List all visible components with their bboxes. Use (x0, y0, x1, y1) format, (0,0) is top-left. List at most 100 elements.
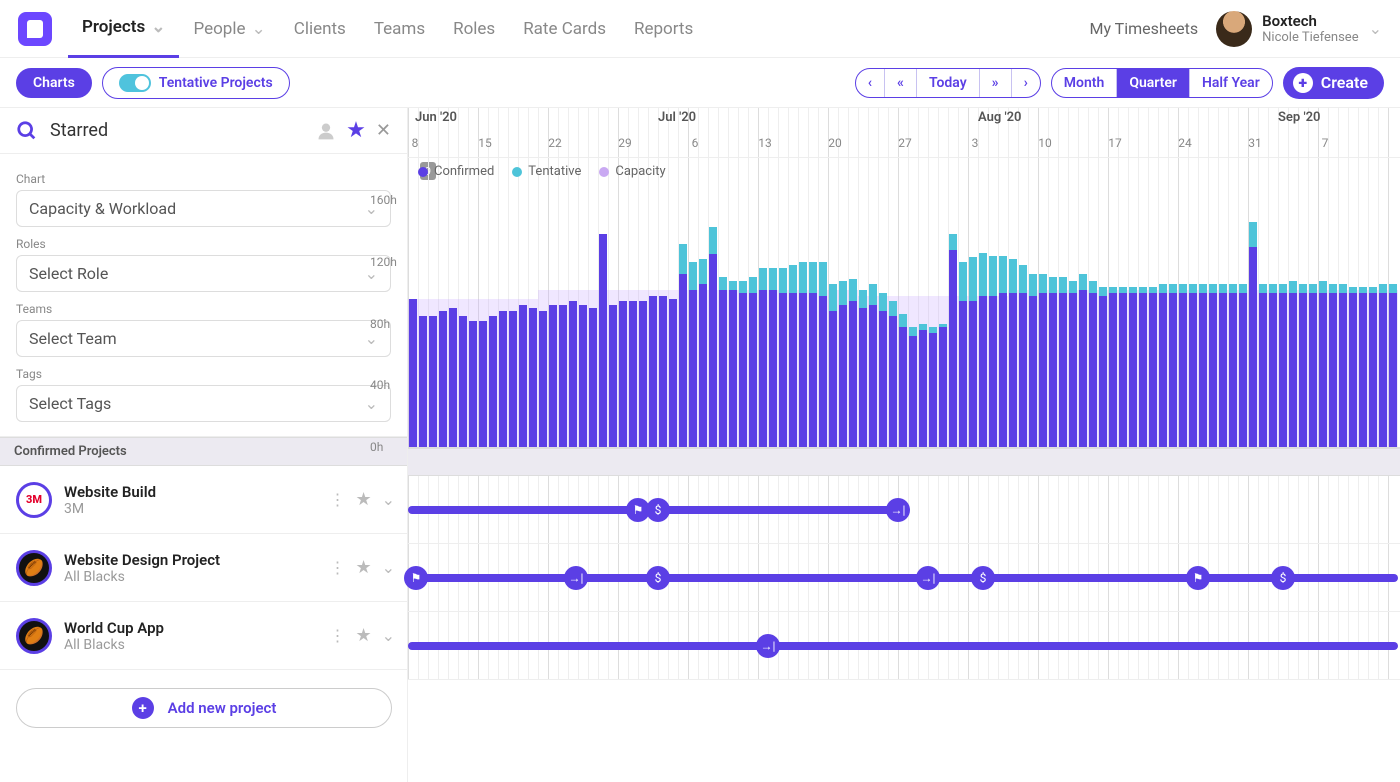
create-button[interactable]: + Create (1283, 67, 1384, 99)
tentative-bar (1339, 284, 1347, 293)
add-project-button[interactable]: + Add new project (16, 688, 392, 728)
tentative-bar (899, 314, 907, 326)
chevron-down-icon[interactable]: ⌄ (382, 558, 395, 577)
tentative-projects-toggle[interactable]: Tentative Projects (102, 67, 290, 99)
milestone-dollar-icon[interactable]: $ (971, 566, 995, 590)
star-icon[interactable]: ★ (355, 625, 371, 646)
tentative-bar (819, 262, 827, 296)
project-logo: 🏉 (16, 550, 52, 586)
roles-filter-select[interactable]: Select Role⌄ (16, 255, 391, 292)
milestone-end-icon[interactable]: →| (916, 566, 940, 590)
project-lane[interactable]: →| (408, 612, 1400, 680)
next-button[interactable]: › (1011, 69, 1040, 97)
tentative-bar (909, 327, 917, 336)
range-half-year[interactable]: Half Year (1189, 69, 1272, 97)
confirmed-bar (449, 308, 457, 447)
more-icon[interactable]: ⋮ (329, 558, 345, 577)
chart-legend: ConfirmedTentativeCapacity (418, 164, 666, 179)
confirmed-bar (509, 311, 517, 447)
charts-toggle-button[interactable]: Charts (16, 68, 92, 98)
today-button[interactable]: Today (916, 69, 979, 97)
chart-filter-select[interactable]: Capacity & Workload⌄ (16, 190, 391, 227)
chevron-down-icon[interactable]: ⌄ (382, 626, 395, 645)
tentative-bar (1179, 284, 1187, 293)
confirmed-bar (1199, 293, 1207, 447)
tentative-bar (1039, 274, 1047, 292)
confirmed-bar (499, 311, 507, 447)
day-label: 3 (972, 136, 979, 150)
tentative-bar (679, 244, 687, 275)
nav-people[interactable]: People ⌄ (179, 0, 279, 58)
confirmed-bar (1349, 293, 1357, 447)
close-icon[interactable]: ✕ (376, 120, 391, 141)
project-lane[interactable]: ⚑→|$→|$⚑$ (408, 544, 1400, 612)
search-term[interactable]: Starred (50, 120, 304, 141)
nav-rate-cards[interactable]: Rate Cards (509, 0, 620, 58)
confirmed-bar (1219, 293, 1227, 447)
milestone-dollar-icon[interactable]: $ (646, 498, 670, 522)
milestone-end-icon[interactable]: →| (886, 498, 910, 522)
confirmed-bar (1279, 293, 1287, 447)
star-icon[interactable]: ★ (355, 557, 371, 578)
nav-teams[interactable]: Teams (360, 0, 439, 58)
more-icon[interactable]: ⋮ (329, 626, 345, 645)
tentative-bar (1329, 284, 1337, 293)
tentative-bar (979, 253, 987, 296)
day-label: 29 (618, 136, 632, 150)
milestone-flag-icon[interactable]: ⚑ (1186, 566, 1210, 590)
confirmed-bar (989, 296, 997, 447)
person-icon[interactable] (316, 121, 336, 141)
day-label: 10 (1038, 136, 1052, 150)
confirmed-bar (869, 305, 877, 447)
confirmed-bar (1319, 293, 1327, 447)
confirmed-bar (969, 301, 977, 447)
prev-button[interactable]: ‹ (856, 69, 884, 97)
my-timesheets-link[interactable]: My Timesheets (1089, 19, 1198, 38)
nav-roles[interactable]: Roles (439, 0, 509, 58)
nav-projects[interactable]: Projects ⌄ (68, 0, 179, 58)
tags-filter-select[interactable]: Select Tags⌄ (16, 385, 391, 422)
confirmed-bar (689, 290, 697, 447)
more-icon[interactable]: ⋮ (329, 490, 345, 509)
range-month[interactable]: Month (1052, 69, 1117, 97)
milestone-end-icon[interactable]: →| (564, 566, 588, 590)
confirmed-bar (1169, 293, 1177, 447)
day-label: 6 (692, 136, 699, 150)
nav-clients[interactable]: Clients (280, 0, 360, 58)
milestone-dollar-icon[interactable]: $ (1271, 566, 1295, 590)
project-row[interactable]: 🏉Website Design ProjectAll Blacks⋮★⌄ (0, 534, 408, 602)
project-bar[interactable] (408, 574, 1398, 582)
confirmed-bar (1339, 293, 1347, 447)
milestone-end-icon[interactable]: →| (756, 634, 780, 658)
day-label: 22 (548, 136, 562, 150)
teams-filter-select[interactable]: Select Team⌄ (16, 320, 391, 357)
app-logo[interactable] (18, 12, 52, 46)
tentative-bar (879, 293, 887, 311)
chevron-down-icon[interactable]: ⌄ (382, 490, 395, 509)
user-menu[interactable]: Boxtech Nicole Tiefensee ⌄ (1216, 11, 1382, 47)
confirmed-bar (669, 299, 677, 447)
milestone-dollar-icon[interactable]: $ (646, 566, 670, 590)
project-bar[interactable] (408, 642, 1398, 650)
star-icon[interactable]: ★ (355, 489, 371, 510)
confirmed-bar (409, 299, 417, 447)
tentative-bar (1319, 281, 1327, 293)
day-label: 15 (478, 136, 492, 150)
project-row[interactable]: 3MWebsite Build3M⋮★⌄ (0, 466, 408, 534)
next-fast-button[interactable]: » (979, 69, 1011, 97)
date-nav-group: ‹ « Today » › (855, 68, 1041, 98)
milestone-flag-icon[interactable]: ⚑ (404, 566, 428, 590)
range-quarter[interactable]: Quarter (1116, 69, 1189, 97)
confirmed-bar (1239, 293, 1247, 447)
day-label: 8 (412, 136, 419, 150)
project-lane[interactable]: ⚑$→| (408, 476, 1400, 544)
prev-fast-button[interactable]: « (884, 69, 916, 97)
search-icon (16, 120, 38, 142)
tentative-bar (1049, 277, 1057, 292)
tentative-bar (1299, 284, 1307, 293)
confirmed-bar (619, 301, 627, 447)
star-icon[interactable]: ★ (346, 118, 366, 143)
nav-reports[interactable]: Reports (620, 0, 707, 58)
user-name: Nicole Tiefensee (1262, 30, 1358, 45)
project-row[interactable]: 🏉World Cup AppAll Blacks⋮★⌄ (0, 602, 408, 670)
